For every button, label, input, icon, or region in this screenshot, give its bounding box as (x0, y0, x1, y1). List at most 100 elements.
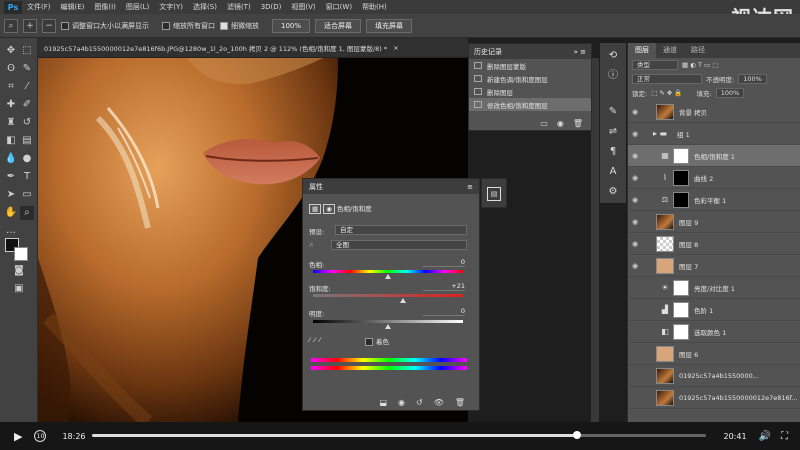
lightness-slider-track[interactable] (313, 320, 463, 323)
paragraph-panel-icon[interactable]: ¶ (606, 145, 620, 159)
brush-tool-icon[interactable]: ✐ (20, 98, 34, 112)
layer-row[interactable]: ◉ 图层 7 (628, 255, 800, 277)
layer-row[interactable]: ◧ 选取颜色 1 (628, 321, 800, 343)
panel-menu-icon[interactable]: ≡ (580, 48, 586, 56)
collapse-icon[interactable]: » (574, 48, 578, 56)
zoom-tool-icon[interactable]: ⌕ (4, 18, 18, 33)
menu-select[interactable]: 选择(S) (188, 2, 222, 12)
play-icon[interactable]: ▶ (14, 430, 22, 443)
properties-dock[interactable]: ▤ (481, 178, 507, 208)
eyedropper-tool-icon[interactable]: ⁄ (20, 80, 34, 94)
progress-knob[interactable] (573, 431, 582, 439)
dodge-tool-icon[interactable]: ● (20, 152, 34, 166)
visibility-eye-icon[interactable]: ◉ (628, 108, 642, 116)
colorize-checkbox[interactable]: 着色 (365, 336, 389, 346)
close-tab-icon[interactable]: × (393, 44, 398, 52)
saturation-slider-thumb[interactable] (400, 298, 406, 303)
character-panel-icon[interactable]: A (606, 165, 620, 179)
quick-select-icon[interactable]: ✎ (20, 62, 34, 76)
layer-mask-thumbnail[interactable] (673, 169, 689, 186)
visibility-eye-icon[interactable]: ◉ (628, 262, 642, 270)
tab-channels[interactable]: 通道 (656, 43, 684, 58)
layer-row[interactable]: ◉ 背景 拷贝 (628, 101, 800, 123)
layer-row[interactable]: ▟ 色阶 1 (628, 299, 800, 321)
layer-mask-thumbnail[interactable] (673, 323, 689, 340)
hue-value-field[interactable]: 0 (423, 258, 465, 267)
lightness-slider-thumb[interactable] (385, 324, 391, 329)
layer-thumbnail[interactable] (656, 367, 674, 384)
layer-mask-thumbnail[interactable] (673, 147, 689, 164)
menu-file[interactable]: 文件(F) (22, 2, 56, 12)
layer-row[interactable]: 01925c57a4b1550000012e7e816f... (628, 387, 800, 409)
replay-10-icon[interactable]: 10 (34, 430, 47, 442)
hue-slider-track[interactable] (313, 270, 463, 273)
layer-thumbnail[interactable] (656, 345, 674, 362)
layer-filter-dropdown[interactable]: 类型 (632, 60, 678, 70)
folder-icon[interactable]: ▸ ▬ (648, 129, 672, 139)
trash-icon[interactable]: 🗑 (573, 119, 583, 128)
blend-mode-dropdown[interactable]: 正常 (632, 74, 702, 84)
visibility-icon[interactable]: 👁 (434, 398, 444, 407)
type-tool-icon[interactable]: T (20, 170, 34, 184)
snapshot-camera-icon[interactable]: ◉ (557, 119, 564, 128)
lock-icons[interactable]: ⬚ ✎ ✥ 🔒 (651, 89, 682, 97)
healing-tool-icon[interactable]: ✚ (4, 98, 18, 112)
view-previous-icon[interactable]: ◉ (398, 398, 405, 407)
hand-tool-icon[interactable]: ✋ (4, 206, 18, 220)
visibility-eye-icon[interactable]: ◉ (628, 240, 642, 248)
fullscreen-icon[interactable]: ⛶ (781, 431, 788, 442)
zoom-in-icon[interactable]: + (23, 18, 37, 33)
gradient-tool-icon[interactable]: ▤ (20, 134, 34, 148)
lasso-tool-icon[interactable]: ʘ (4, 62, 18, 76)
marquee-tool-icon[interactable]: ⬚ (20, 44, 34, 58)
resize-window-checkbox[interactable]: 调整窗口大小以满屏显示 (61, 21, 149, 31)
layer-row[interactable]: ◉ ⚖ 色彩平衡 1 (628, 189, 800, 211)
menu-edit[interactable]: 编辑(E) (56, 2, 90, 12)
pen-tool-icon[interactable]: ✒ (4, 170, 18, 184)
menu-layer[interactable]: 图层(L) (121, 2, 154, 12)
move-tool-icon[interactable]: ✥ (4, 44, 18, 58)
adjust-panel-icon[interactable]: ⇌ (606, 125, 620, 139)
lightness-value-field[interactable]: 0 (423, 307, 465, 316)
layer-mask-thumbnail[interactable] (673, 301, 689, 318)
menu-filter[interactable]: 滤镜(T) (222, 2, 256, 12)
fit-screen-button[interactable]: 适合屏幕 (315, 18, 362, 33)
eraser-tool-icon[interactable]: ◧ (4, 134, 18, 148)
menu-image[interactable]: 图像(I) (89, 2, 121, 12)
zoom-tool-active-icon[interactable]: ⌕ (20, 206, 34, 220)
target-adjust-icon[interactable]: ☝ (309, 241, 313, 249)
menu-view[interactable]: 视图(V) (286, 2, 320, 12)
scrubby-zoom-checkbox[interactable]: 细微缩放 (220, 21, 259, 31)
tab-paths[interactable]: 路径 (684, 43, 712, 58)
reset-icon[interactable]: ↺ (416, 398, 423, 407)
preset-dropdown[interactable]: 自定 (335, 225, 467, 235)
zoom-all-checkbox[interactable]: 缩放所有窗口 (162, 21, 215, 31)
layer-row[interactable]: ◉ 图层 8 (628, 233, 800, 255)
menu-3d[interactable]: 3D(D) (256, 3, 287, 11)
layer-mask-thumbnail[interactable] (673, 279, 689, 296)
visibility-eye-icon[interactable]: ◉ (628, 218, 642, 226)
fill-screen-button[interactable]: 填充屏幕 (366, 18, 413, 33)
layer-row[interactable]: ☀ 亮度/对比度 1 (628, 277, 800, 299)
volume-icon[interactable]: 🔊 (759, 431, 771, 442)
filter-icons[interactable]: ▦ ◐ T ▭ ⬚ (682, 61, 718, 69)
history-brush-icon[interactable]: ↺ (20, 116, 34, 130)
zoom-100-button[interactable]: 100% (272, 18, 311, 33)
history-item-selected[interactable]: 修改色相/饱和度图层 (469, 98, 591, 111)
shape-tool-icon[interactable]: ▭ (20, 188, 34, 202)
saturation-slider-track[interactable] (313, 294, 463, 297)
tab-layers[interactable]: 图层 (628, 43, 656, 58)
layer-mask-thumbnail[interactable] (673, 191, 689, 208)
layer-thumbnail[interactable] (656, 235, 674, 252)
visibility-eye-icon[interactable]: ◉ (628, 174, 642, 182)
layer-thumbnail[interactable] (656, 213, 674, 230)
layer-comps-icon[interactable]: ⚙ (606, 185, 620, 199)
fill-field[interactable]: 100% (715, 88, 745, 98)
hue-slider-thumb[interactable] (385, 274, 391, 279)
menu-help[interactable]: 帮助(H) (357, 2, 392, 12)
vertical-scrollbar[interactable] (591, 58, 599, 422)
zoom-out-icon[interactable]: − (42, 18, 56, 33)
layer-thumbnail[interactable] (656, 389, 674, 406)
more-tools-icon[interactable]: … (4, 224, 18, 238)
layer-row[interactable]: ◉ ▦ 色相/饱和度 1 (628, 145, 800, 167)
